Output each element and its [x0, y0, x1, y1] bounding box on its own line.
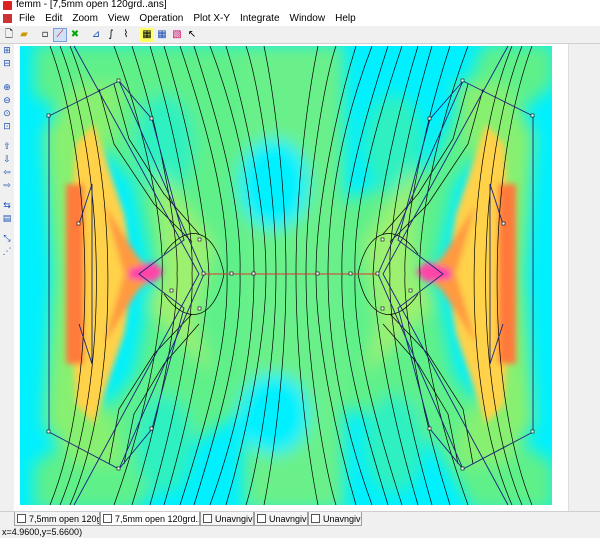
document-icon	[257, 514, 266, 523]
fem-file-icon	[17, 514, 26, 523]
tab-ans[interactable]: 7,5mm open 120grd..ans	[100, 512, 200, 526]
pan-left-icon[interactable]: ⇦	[1, 167, 13, 179]
title-bar: femm - [7,5mm open 120grd..ans]	[0, 0, 600, 12]
tab-label: 7,5mm open 120grd..ans	[115, 514, 200, 524]
tab-unavngivet-2[interactable]: Unavngivet	[254, 512, 308, 526]
window-title: femm - [7,5mm open 120grd..ans]	[16, 0, 167, 10]
document-icon	[311, 514, 320, 523]
pan-up-icon[interactable]: ⇧	[1, 141, 13, 153]
zoom-natural-icon[interactable]: ⊕	[1, 82, 13, 94]
toolbar: 🗋 ▰ ▫ ⟋ ✖ ⊿ ∫ ⌇ ▦ ▦ ▧ ↖	[0, 26, 600, 44]
new-file-icon[interactable]: 🗋	[2, 28, 16, 42]
cursor-coordinates: x=4.9600,y=5.6600)	[2, 527, 83, 537]
toolbar-separator	[134, 28, 139, 42]
menu-window[interactable]: Window	[285, 12, 331, 26]
select-block-icon[interactable]: ✖	[68, 28, 82, 42]
show-grid-icon[interactable]: ⋰	[1, 246, 13, 258]
document-icon[interactable]	[3, 14, 12, 23]
tab-label: Unavngivet	[269, 514, 307, 524]
femm-plot-canvas[interactable]	[14, 44, 568, 511]
tab-label: Unavngivet	[215, 514, 253, 524]
menu-zoom[interactable]: Zoom	[67, 12, 103, 26]
toolbar-separator	[32, 28, 37, 42]
tab-label: 7,5mm open 120grd..FEM	[29, 514, 99, 524]
zoom-window-icon[interactable]: ⊖	[1, 95, 13, 107]
document-icon	[203, 514, 212, 523]
pan-down-icon[interactable]: ⇩	[1, 154, 13, 166]
femm-app-icon	[3, 1, 12, 10]
zoom-fit-icon[interactable]: ⊡	[1, 121, 13, 133]
zoom-out-icon[interactable]: ⊟	[1, 58, 13, 70]
contour-plot-icon[interactable]: ▦	[155, 28, 169, 42]
toolbar-gap	[1, 193, 13, 199]
pan-right-icon[interactable]: ⇨	[1, 180, 13, 192]
density-plot-icon[interactable]: ▦	[140, 27, 154, 42]
menu-integrate[interactable]: Integrate	[235, 12, 284, 26]
menu-view[interactable]: View	[103, 12, 135, 26]
toolbar-separator	[83, 28, 88, 42]
menu-help[interactable]: Help	[330, 12, 361, 26]
toolbar-gap	[1, 134, 13, 140]
left-toolbar: ⊞ ⊟ ⊕ ⊖ ⊙ ⊡ ⇧ ⇩ ⇦ ⇨ ⇆ ▤ ⤡ ⋰	[0, 44, 14, 257]
status-bar: x=4.9600,y=5.6600)	[0, 526, 600, 538]
menu-file[interactable]: File	[14, 12, 40, 26]
tab-unavngivet-3[interactable]: Unavngivet	[308, 512, 362, 526]
open-file-icon[interactable]: ▰	[17, 28, 31, 42]
menu-edit[interactable]: Edit	[40, 12, 67, 26]
snap-grid-icon[interactable]: ⤡	[1, 233, 13, 245]
menu-bar: File Edit Zoom View Operation Plot X-Y I…	[0, 12, 600, 26]
zoom-in-icon[interactable]: ⊞	[1, 45, 13, 57]
toolbar-gap	[1, 226, 13, 232]
menu-operation[interactable]: Operation	[134, 12, 188, 26]
pointer-icon[interactable]: ↖	[185, 28, 199, 42]
select-line-icon[interactable]: ⟋	[53, 27, 67, 42]
document-tabs: 7,5mm open 120grd..FEM 7,5mm open 120grd…	[0, 511, 600, 526]
redraw-icon[interactable]: ▤	[1, 213, 13, 225]
circuit-props-icon[interactable]: ⌇	[119, 28, 133, 42]
refresh-icon[interactable]: ⇆	[1, 200, 13, 212]
tab-unavngivet-1[interactable]: Unavngivet	[200, 512, 254, 526]
plot-xy-icon[interactable]: ⊿	[89, 28, 103, 42]
toolbar-gap	[1, 71, 13, 81]
vertical-scrollbar[interactable]	[568, 44, 585, 511]
ans-file-icon	[103, 514, 112, 523]
zoom-selection-icon[interactable]: ⊙	[1, 108, 13, 120]
tab-fem[interactable]: 7,5mm open 120grd..FEM	[14, 512, 100, 526]
select-point-icon[interactable]: ▫	[38, 28, 52, 42]
tab-label: Unavngivet	[323, 514, 361, 524]
vector-plot-icon[interactable]: ▧	[170, 28, 184, 42]
menu-plot-xy[interactable]: Plot X-Y	[188, 12, 235, 26]
integral-icon[interactable]: ∫	[104, 28, 118, 42]
